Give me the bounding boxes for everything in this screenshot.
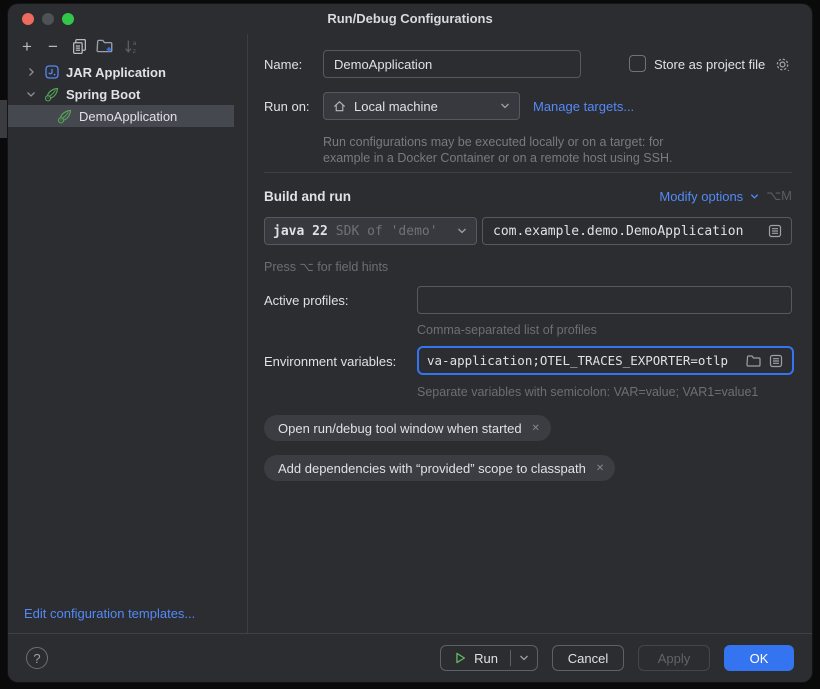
active-profiles-help: Comma-separated list of profiles — [417, 323, 597, 337]
jdk-name: java 22 — [273, 224, 328, 239]
run-button-label: Run — [474, 651, 498, 666]
jdk-detail: SDK of 'demo' — [336, 224, 438, 239]
browse-folder-icon[interactable] — [746, 353, 762, 369]
dialog-footer: ? Run C — [8, 633, 812, 682]
apply-button[interactable]: Apply — [638, 645, 710, 671]
question-mark-icon: ? — [33, 651, 40, 666]
sidebar-divider — [247, 34, 248, 633]
copy-configuration-button[interactable] — [67, 34, 91, 58]
field-hints-text: Press ⌥ for field hints — [264, 259, 388, 274]
store-settings-gear-icon[interactable] — [774, 56, 791, 76]
new-folder-icon — [96, 37, 114, 55]
close-icon[interactable]: ✕ — [532, 423, 540, 434]
active-profiles-input[interactable] — [417, 286, 792, 314]
modify-options-shortcut: ⌥M — [766, 188, 792, 204]
main-class-field[interactable]: com.example.demo.DemoApplication — [482, 217, 792, 245]
run-on-label: Run on: — [264, 99, 310, 114]
environment-variables-label: Environment variables: — [264, 354, 396, 369]
close-icon[interactable]: ✕ — [596, 463, 604, 474]
ok-button[interactable]: OK — [724, 645, 794, 671]
environment-variables-field — [417, 346, 794, 375]
jdk-select[interactable]: java 22 SDK of 'demo' — [264, 217, 477, 245]
environment-variables-input[interactable] — [419, 353, 746, 368]
minus-icon: − — [48, 38, 58, 55]
chevron-down-icon[interactable] — [749, 191, 760, 202]
browse-main-class-icon[interactable] — [767, 223, 783, 239]
edit-configuration-templates-link[interactable]: Edit configuration templates... — [24, 606, 195, 621]
spring-boot-icon — [57, 108, 73, 124]
background-window-edge — [0, 100, 8, 138]
copy-icon — [71, 38, 88, 55]
chip-label: Open run/debug tool window when started — [278, 421, 522, 436]
section-divider — [264, 172, 792, 173]
sort-alphabetically-icon: a z — [123, 38, 140, 55]
spring-boot-icon — [44, 86, 60, 102]
run-play-icon — [453, 651, 467, 665]
window-title: Run/Debug Configurations — [8, 4, 812, 34]
screen: Run/Debug Configurations + − — [0, 0, 820, 689]
name-label: Name: — [264, 57, 302, 72]
manage-targets-link[interactable]: Manage targets... — [533, 99, 634, 114]
chevron-down-icon[interactable] — [24, 87, 38, 101]
environment-variables-help: Separate variables with semicolon: VAR=v… — [417, 385, 758, 399]
run-button[interactable]: Run — [441, 646, 510, 670]
name-input[interactable] — [323, 50, 581, 78]
chevron-right-icon[interactable] — [24, 65, 38, 79]
build-and-run-heading: Build and run — [264, 189, 351, 204]
run-on-help-line2: example in a Docker Container or on a re… — [323, 150, 672, 166]
sort-configurations-button[interactable]: a z — [119, 34, 143, 58]
option-chip-provided-scope: Add dependencies with “provided” scope t… — [264, 455, 615, 481]
chip-label: Add dependencies with “provided” scope t… — [278, 461, 586, 476]
store-as-project-file-label: Store as project file — [654, 57, 765, 72]
run-split-button: Run — [440, 645, 538, 671]
titlebar: Run/Debug Configurations — [8, 4, 812, 34]
tree-item-spring-boot[interactable]: Spring Boot — [8, 83, 247, 105]
run-on-select[interactable]: Local machine — [323, 92, 520, 120]
active-profiles-label: Active profiles: — [264, 293, 349, 308]
chevron-down-icon — [499, 100, 511, 112]
tree-item-label: JAR Application — [66, 65, 166, 80]
run-on-help-line1: Run configurations may be executed local… — [323, 134, 663, 150]
add-configuration-button[interactable]: + — [15, 34, 39, 58]
svg-text:z: z — [132, 46, 136, 54]
new-folder-button[interactable] — [93, 34, 117, 58]
store-as-project-file-checkbox[interactable] — [629, 55, 646, 72]
tree-item-label: DemoApplication — [79, 109, 177, 124]
main-class-value[interactable]: com.example.demo.DemoApplication — [483, 224, 767, 239]
expand-variables-icon[interactable] — [768, 353, 784, 369]
configurations-toolbar: + − — [15, 34, 143, 58]
svg-text:a: a — [132, 38, 136, 46]
modify-options-link[interactable]: Modify options — [659, 189, 743, 204]
home-icon — [332, 99, 347, 114]
action-buttons: Run Cancel Apply OK — [440, 645, 794, 671]
tree-item-jar-application[interactable]: JAR Application — [8, 61, 247, 83]
help-button[interactable]: ? — [26, 647, 48, 669]
cancel-button[interactable]: Cancel — [552, 645, 624, 671]
option-chip-open-tool-window: Open run/debug tool window when started … — [264, 415, 551, 441]
run-on-value: Local machine — [354, 99, 438, 114]
chevron-down-icon — [456, 225, 468, 237]
tree-item-demo-application[interactable]: DemoApplication — [8, 105, 234, 127]
tree-item-label: Spring Boot — [66, 87, 140, 102]
run-options-chevron-icon[interactable] — [511, 646, 537, 670]
configurations-tree: JAR Application Spring Boot — [8, 61, 247, 127]
jar-application-icon — [44, 64, 60, 80]
modify-options-control: Modify options ⌥M — [659, 188, 792, 204]
run-debug-configurations-dialog: Run/Debug Configurations + − — [8, 4, 812, 682]
remove-configuration-button[interactable]: − — [41, 34, 65, 58]
plus-icon: + — [22, 38, 32, 55]
